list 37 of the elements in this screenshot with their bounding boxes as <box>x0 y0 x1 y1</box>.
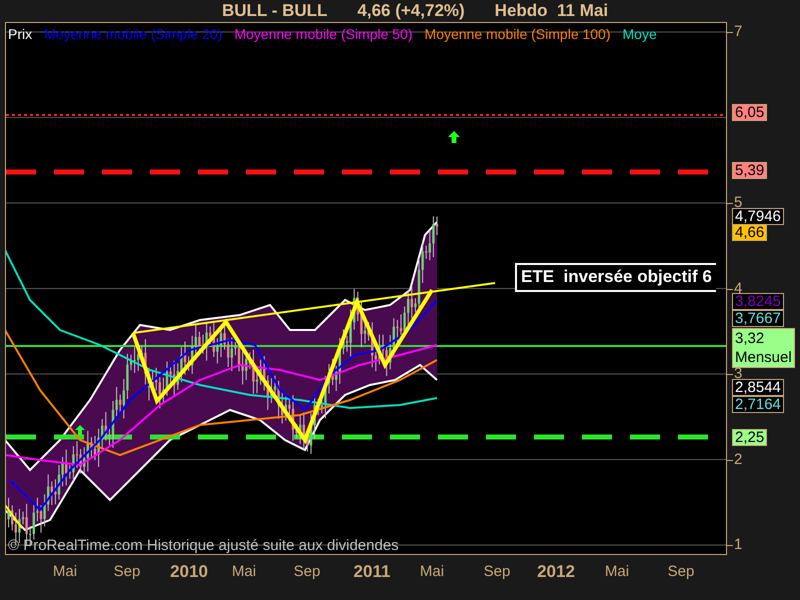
price-label: 2,25 <box>732 429 768 446</box>
price-label: 2,8544 <box>732 379 784 396</box>
annotation-label: ETE inversée objectif 6 <box>515 263 716 292</box>
axis-date-label: 2011 <box>354 562 390 582</box>
price-label: 2,7164 <box>732 396 784 413</box>
axis-tick-label: 7 <box>734 24 742 40</box>
axis-date-label: Mai <box>420 563 444 580</box>
period-label: Hebdo 11 Mai <box>494 1 608 21</box>
axis-date-label: 2010 <box>170 562 208 582</box>
axis-date-label: Sep <box>484 563 510 580</box>
legend-item: Prix <box>8 26 32 42</box>
axis-date-label: Mai <box>604 563 630 580</box>
legend-item: Moyenne mobile (Simple 100) <box>424 26 611 42</box>
axis-date-label: Mai <box>52 563 78 580</box>
up-arrow-icon <box>75 425 85 435</box>
footer-note: © ProRealTime.com Historique ajusté suite aux dividendes <box>8 537 399 554</box>
legend-item: Moye <box>622 26 657 42</box>
axis-date-label: Sep <box>294 563 320 580</box>
axis-date-label: Sep <box>114 563 140 580</box>
price-label: 5,39 <box>732 162 768 179</box>
price-label: 4,66 <box>732 224 768 241</box>
price-label: 3,32 Mensuel <box>732 328 795 368</box>
axis-tick-label: 5 <box>734 195 742 211</box>
axis-tick-label: 2 <box>734 452 742 468</box>
axis-tick-label: 1 <box>734 537 742 553</box>
price-label: 6,05 <box>732 104 768 121</box>
price-label: 3,8245 <box>732 293 784 310</box>
legend-item: Moyenne mobile (Simple 20) <box>44 26 222 42</box>
axis-date-label: 2012 <box>537 562 575 582</box>
axis-date-label: Sep <box>668 563 694 580</box>
axis-date-label: Mai <box>232 563 256 580</box>
price-label: 4,7946 <box>732 208 784 225</box>
legend-item: Moyenne mobile (Simple 50) <box>234 26 413 42</box>
up-arrow-icon <box>448 131 460 143</box>
chart-title: BULL - BULL <box>222 1 328 21</box>
price-quote: 4,66 (+4,72%) <box>357 1 465 21</box>
price-label: 3,7667 <box>732 310 784 327</box>
